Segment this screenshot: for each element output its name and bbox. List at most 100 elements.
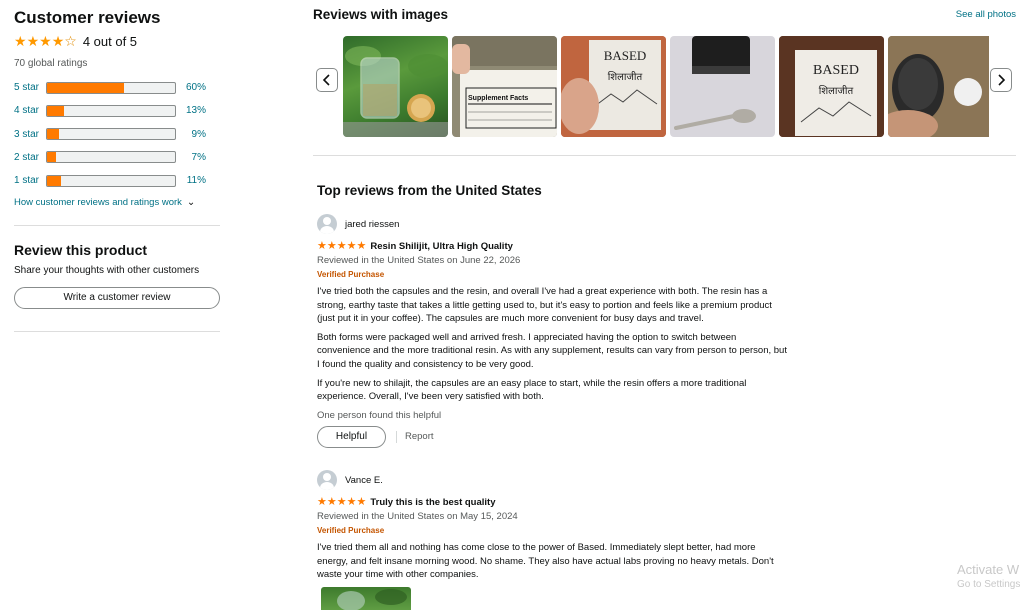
- review-title-row: ★ ★ ★ ★ ★ Resin Shilijit, Ultra High Quality: [317, 239, 787, 253]
- review-body: I've tried them all and nothing has come…: [317, 541, 787, 582]
- rating-histogram: 5 star 60% 4 star 13% 3 star 9% 2 star 7…: [14, 81, 220, 187]
- box-brand-text: BASED: [604, 48, 647, 63]
- reviews-main: Reviews with images See all photos Suppl…: [313, 0, 1016, 610]
- section-divider: [14, 225, 220, 227]
- histogram-row-2[interactable]: 2 star 7%: [14, 151, 220, 164]
- review-paragraph: I've tried both the capsules and the res…: [317, 286, 772, 325]
- histogram-percent[interactable]: 13%: [176, 105, 206, 116]
- see-all-photos-link[interactable]: See all photos: [956, 9, 1016, 20]
- histogram-bar-fill: [47, 152, 56, 163]
- review-paragraph: Both forms were packaged well and arrive…: [317, 331, 787, 370]
- star-full-icon: ★: [326, 239, 337, 252]
- star-full-icon: ★: [26, 33, 40, 49]
- verified-purchase-badge: Verified Purchase: [317, 526, 385, 535]
- histogram-bar-fill: [47, 82, 124, 93]
- how-reviews-work-link[interactable]: How customer reviews and ratings work ⌄: [14, 197, 220, 208]
- star-full-icon: ★: [346, 495, 357, 508]
- review-image-thumbnail[interactable]: [670, 36, 775, 137]
- histogram-bar[interactable]: [46, 81, 176, 94]
- box-hindi-text: शिलाजीत: [819, 85, 854, 97]
- histogram-label[interactable]: 5 star: [14, 82, 46, 93]
- section-divider: [14, 331, 220, 333]
- histogram-label[interactable]: 1 star: [14, 175, 46, 186]
- report-link[interactable]: Report: [405, 431, 434, 442]
- review-author-name[interactable]: Vance E.: [345, 475, 383, 486]
- activate-windows-watermark: Activate W Go to Settings: [957, 562, 1020, 592]
- review-paragraph: I've tried them all and nothing has come…: [317, 542, 774, 581]
- supplement-facts-text: Supplement Facts: [468, 95, 528, 102]
- glass-of-water-with-jar-photo: [337, 588, 407, 610]
- star-full-icon: ★: [14, 33, 27, 49]
- review-stars[interactable]: ★ ★ ★ ★ ★: [317, 495, 367, 508]
- review-date: Reviewed in the United States on May 15,…: [317, 511, 518, 522]
- open-jar-in-hand-photo: [888, 36, 989, 137]
- histogram-label[interactable]: 4 star: [14, 105, 46, 116]
- histogram-bar[interactable]: [46, 151, 176, 164]
- review-image-thumbnail[interactable]: BASED शिलाजीत: [561, 36, 666, 137]
- review-stars[interactable]: ★ ★ ★ ★ ★: [317, 239, 366, 252]
- histogram-row-4[interactable]: 4 star 13%: [14, 104, 220, 117]
- review-author-row[interactable]: Vance E.: [317, 470, 787, 490]
- star-empty-icon: ☆: [64, 33, 77, 49]
- top-reviews-title: Top reviews from the United States: [317, 183, 542, 198]
- star-full-icon: ★: [51, 33, 65, 49]
- section-divider: [313, 155, 1016, 156]
- histogram-row-1[interactable]: 1 star 11%: [14, 174, 220, 187]
- supplement-facts-label-photo: Supplement Facts: [452, 36, 557, 137]
- carousel-next-button[interactable]: [990, 68, 1012, 92]
- histogram-bar[interactable]: [46, 174, 176, 187]
- star-full-icon: ★: [326, 495, 337, 508]
- avatar[interactable]: [317, 470, 337, 490]
- star-full-icon: ★: [317, 495, 327, 508]
- write-review-button[interactable]: Write a customer review: [14, 287, 220, 310]
- review-body: I've tried both the capsules and the res…: [317, 285, 787, 404]
- histogram-percent[interactable]: 60%: [176, 82, 206, 93]
- box-brand-text: BASED: [813, 63, 859, 78]
- review-attached-image[interactable]: [321, 586, 411, 610]
- how-reviews-work-label[interactable]: How customer reviews and ratings work: [14, 197, 182, 208]
- chevron-left-icon: [322, 74, 330, 86]
- histogram-percent[interactable]: 11%: [176, 175, 206, 186]
- based-box-on-table-photo: BASED शिलाजीत: [779, 36, 884, 137]
- histogram-bar[interactable]: [46, 128, 176, 141]
- review-author-name[interactable]: jared riessen: [345, 219, 399, 230]
- histogram-bar[interactable]: [46, 104, 176, 117]
- histogram-label[interactable]: 2 star: [14, 152, 46, 163]
- review-image-thumbnail[interactable]: Supplement Facts: [452, 36, 557, 137]
- review-image-thumbnail[interactable]: BASED शिलाजीत: [779, 36, 884, 137]
- histogram-row-5[interactable]: 5 star 60%: [14, 81, 220, 94]
- review-title[interactable]: Truly this is the best quality: [370, 497, 495, 508]
- ratings-summary: Customer reviews ★ ★ ★ ★ ☆ 4 out of 5 70…: [14, 0, 220, 333]
- star-full-icon: ★: [317, 239, 327, 252]
- review-paragraph: If you're new to shilajit, the capsules …: [317, 377, 747, 403]
- review-date: Reviewed in the United States on June 22…: [317, 255, 521, 266]
- review-image-thumbnail[interactable]: [888, 36, 989, 137]
- watermark-line-2: Go to Settings: [957, 579, 1021, 590]
- histogram-row-3[interactable]: 3 star 9%: [14, 128, 220, 141]
- jar-and-spoon-photo: [674, 36, 756, 130]
- avatar[interactable]: [317, 214, 337, 234]
- star-full-icon: ★: [356, 495, 367, 508]
- verified-purchase-badge: Verified Purchase: [317, 270, 385, 279]
- average-stars: ★ ★ ★ ★ ☆: [14, 34, 77, 48]
- review-title-row: ★ ★ ★ ★ ★ Truly this is the best quality: [317, 495, 787, 509]
- star-full-icon: ★: [336, 495, 347, 508]
- histogram-label[interactable]: 3 star: [14, 129, 46, 140]
- star-full-icon: ★: [346, 239, 357, 252]
- review-actions: Helpful Report: [317, 425, 787, 448]
- review-image-thumbnail[interactable]: [343, 36, 448, 137]
- carousel-prev-button[interactable]: [316, 68, 338, 92]
- review-card: jared riessen ★ ★ ★ ★ ★ Resin Shilijit, Ultr…: [317, 214, 787, 448]
- helpful-button[interactable]: Helpful: [317, 425, 386, 448]
- star-full-icon: ★: [39, 33, 52, 49]
- chevron-down-icon[interactable]: ⌄: [187, 197, 195, 208]
- histogram-percent[interactable]: 9%: [176, 129, 206, 140]
- review-title[interactable]: Resin Shilijit, Ultra High Quality: [370, 241, 513, 252]
- box-hindi-text: शिलाजीत: [608, 71, 643, 83]
- average-rating-row: ★ ★ ★ ★ ☆ 4 out of 5: [14, 33, 220, 49]
- review-author-row[interactable]: jared riessen: [317, 214, 787, 234]
- image-carousel: Supplement Facts BASED शिलाजीत BASED शिल…: [313, 36, 1016, 137]
- histogram-bar-fill: [47, 175, 62, 186]
- histogram-percent[interactable]: 7%: [176, 152, 206, 163]
- glass-of-water-with-jar-photo: [343, 46, 448, 137]
